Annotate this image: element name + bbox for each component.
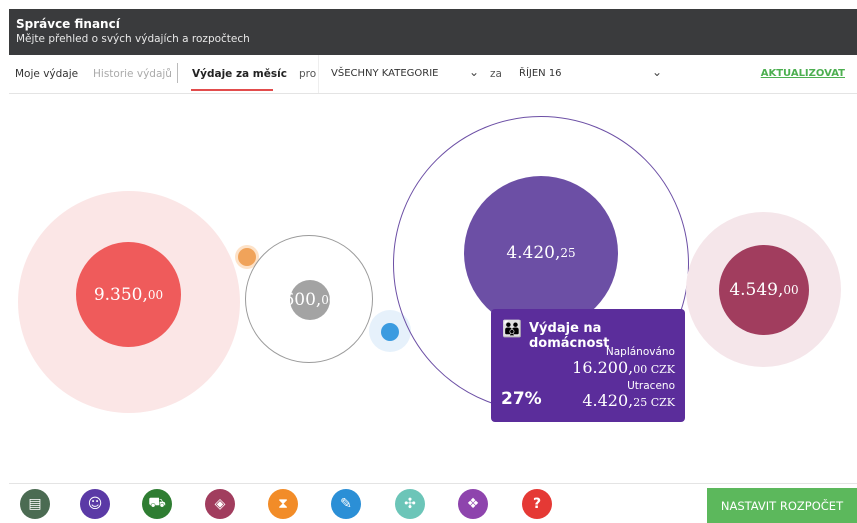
tab-my-expenses[interactable]: Moje výdaje bbox=[15, 68, 78, 80]
bubble-decimals: 00 bbox=[321, 293, 337, 307]
planned-value: 16.200,00 CZK bbox=[572, 358, 675, 377]
question-icon[interactable]: ? bbox=[522, 489, 552, 519]
category-select-value: VŠECHNY KATEGORIE bbox=[331, 68, 439, 79]
bubble-expense-2[interactable]: 600, 00 bbox=[283, 280, 337, 320]
bubble-value: 600, bbox=[283, 290, 322, 310]
spent-decimals: 25 CZK bbox=[633, 396, 675, 409]
pro-label: pro bbox=[299, 68, 317, 80]
bubble-expense-1[interactable]: 9.350, 00 bbox=[76, 242, 181, 347]
planned-label: Naplánováno bbox=[605, 346, 675, 358]
app-subtitle: Mějte přehled o svých výdajích a rozpočt… bbox=[16, 33, 250, 45]
planned-decimals: 00 CZK bbox=[633, 363, 675, 376]
small-bubble-blue[interactable] bbox=[381, 323, 399, 341]
pencil-icon[interactable]: ✎ bbox=[331, 489, 361, 519]
ticket-icon[interactable]: ◈ bbox=[205, 489, 235, 519]
chevron-down-icon: ⌄ bbox=[652, 65, 663, 79]
small-bubble-orange[interactable] bbox=[238, 248, 256, 266]
bubble-decimals: 00 bbox=[783, 283, 799, 297]
car-icon[interactable]: ⛟ bbox=[142, 489, 172, 519]
nav-divider bbox=[177, 63, 178, 83]
set-budget-button[interactable]: NASTAVIT ROZPOČET bbox=[707, 488, 857, 523]
expense-bubbles: 9.350, 00 600, 00 4.420, 25 4.549, 00 bbox=[9, 94, 857, 474]
bubble-value: 9.350, bbox=[93, 284, 148, 305]
family-icon: 👪 bbox=[502, 319, 522, 338]
app-header: Správce financí Mějte přehled o svých vý… bbox=[9, 9, 857, 55]
bubble-value: 4.549, bbox=[729, 280, 784, 300]
category-tooltip: 👪 Výdaje na domácnost Naplánováno 16.200… bbox=[491, 309, 685, 422]
bubble-decimals: 00 bbox=[147, 287, 164, 302]
ribbon-icon[interactable]: ✣ bbox=[395, 489, 425, 519]
family-icon[interactable]: ☺ bbox=[80, 489, 110, 519]
active-tab-indicator bbox=[191, 89, 273, 91]
hourglass-icon[interactable]: ⧗ bbox=[268, 489, 298, 519]
month-select[interactable]: ŘÍJEN 16 ⌄ bbox=[507, 55, 672, 93]
bubble-value: 4.420, bbox=[506, 243, 561, 263]
top-nav: Moje výdaje Historie výdajů Výdaje za mě… bbox=[9, 55, 857, 94]
tab-expense-history[interactable]: Historie výdajů bbox=[93, 68, 172, 80]
month-select-value: ŘÍJEN 16 bbox=[519, 68, 562, 79]
spent-value: 4.420,25 CZK bbox=[582, 391, 675, 410]
spent-percent: 27% bbox=[501, 389, 542, 409]
spent-main: 4.420, bbox=[582, 391, 634, 410]
bubble-expense-household[interactable]: 4.420, 25 bbox=[464, 176, 618, 330]
tab-monthly-expenses[interactable]: Výdaje za měsíc bbox=[192, 68, 287, 80]
wallet-icon[interactable]: ▤ bbox=[20, 489, 50, 519]
bubble-expense-4[interactable]: 4.549, 00 bbox=[719, 245, 809, 335]
app-title: Správce financí bbox=[16, 17, 120, 31]
category-select[interactable]: VŠECHNY KATEGORIE ⌄ bbox=[318, 55, 489, 93]
category-bar: ▤ ☺ ⛟ ◈ ⧗ ✎ ✣ ❖ ? NASTAVIT ROZPOČET bbox=[9, 483, 857, 523]
bubble-decimals: 25 bbox=[560, 246, 576, 260]
za-label: za bbox=[490, 68, 502, 80]
chevron-down-icon: ⌄ bbox=[469, 65, 480, 79]
planned-main: 16.200, bbox=[572, 358, 634, 377]
update-link[interactable]: AKTUALIZOVAT bbox=[761, 68, 845, 79]
money-icon[interactable]: ❖ bbox=[458, 489, 488, 519]
